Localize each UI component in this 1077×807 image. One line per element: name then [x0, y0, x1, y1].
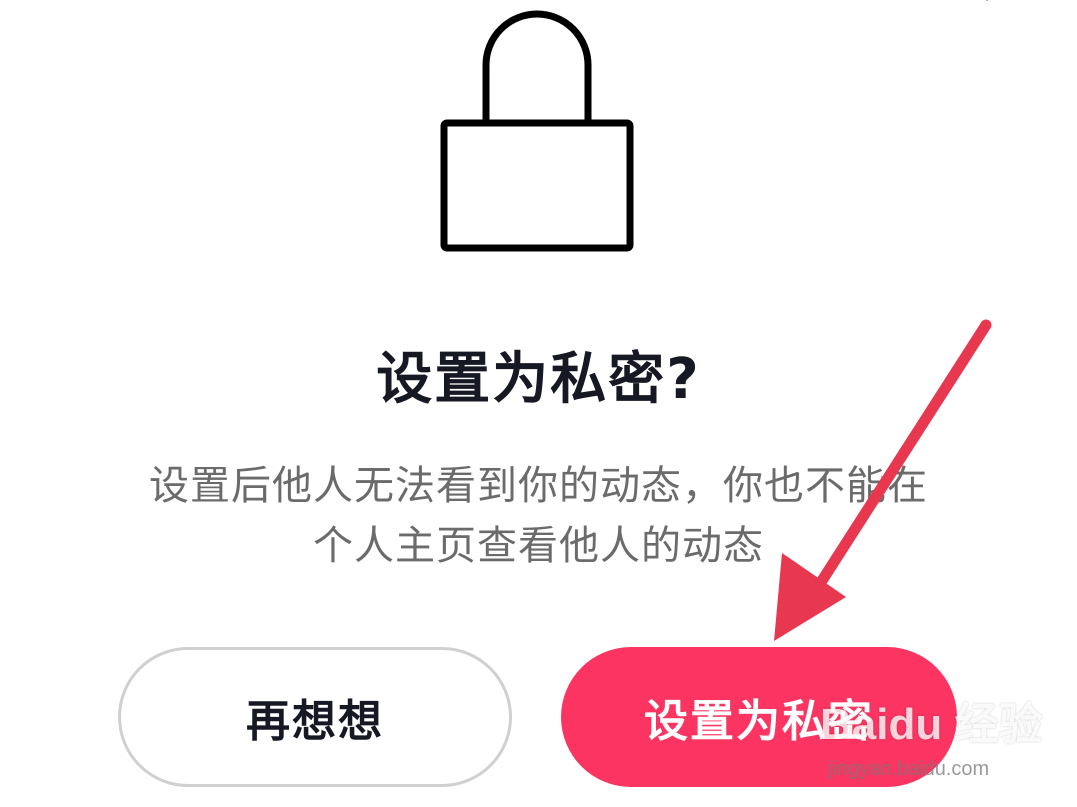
privacy-dialog: 设置为私密? 设置后他人无法看到你的动态，你也不能在 个人主页查看他人的动态 再…: [0, 0, 1077, 807]
watermark-url: jingyan.baidu.com: [828, 758, 990, 780]
watermark-logo: Baidu 经验: [820, 700, 1043, 749]
baidu-watermark: Baidu 经验 jingyan.baidu.com: [820, 688, 1042, 798]
cancel-button[interactable]: 再想想: [118, 647, 512, 787]
lock-icon: [440, 10, 634, 252]
annotation-arrow: [774, 319, 992, 641]
close-icon[interactable]: [967, 0, 1007, 14]
